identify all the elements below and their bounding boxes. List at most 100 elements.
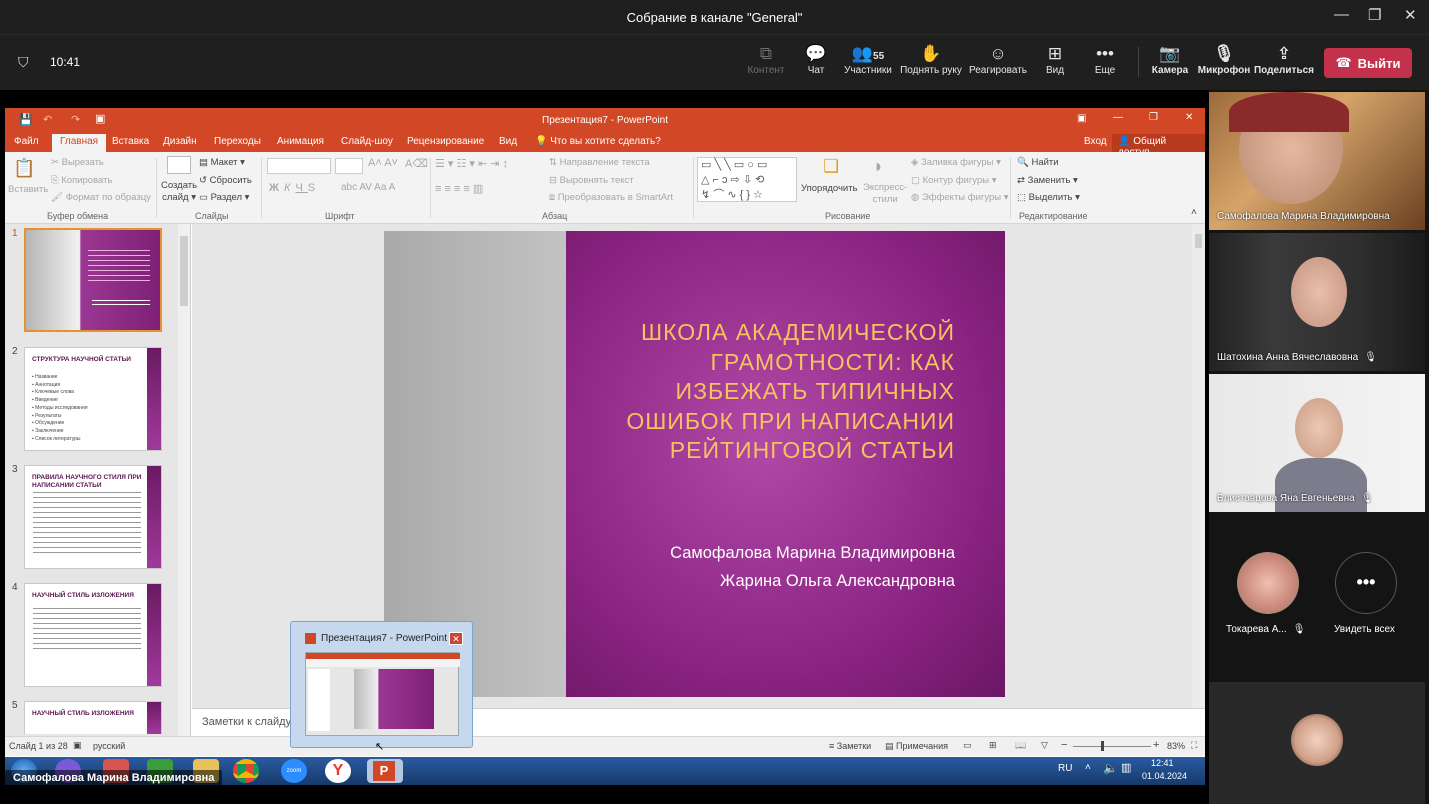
chrome-icon[interactable] [233, 759, 259, 783]
zoom-in-icon[interactable]: + [1153, 739, 1159, 751]
tab-insert[interactable]: Вставка [112, 136, 149, 147]
network-icon[interactable]: ▥ [1121, 761, 1131, 774]
clear-format-icon[interactable]: A⌫ [405, 157, 428, 170]
copy-button[interactable]: ⎘ Копировать [51, 175, 112, 186]
zoom-icon[interactable]: zoom [281, 759, 307, 783]
tab-view[interactable]: Вид [499, 136, 517, 147]
tray-expand-icon[interactable]: ˄ [1085, 762, 1091, 773]
align-text-button[interactable]: ⊟ Выровнять текст [549, 175, 634, 186]
notes-toggle[interactable]: ≡ Заметки [829, 741, 871, 751]
share-pp-button[interactable]: 👤 Общий доступ [1112, 134, 1205, 158]
share-button[interactable]: ⇪ Поделиться [1249, 43, 1319, 76]
smartart-button[interactable]: ⧈ Преобразовать в SmartArt [549, 192, 673, 203]
participant-tile[interactable]: Шатохина Анна Вячеславовна 🎙 [1209, 233, 1425, 371]
input-language[interactable]: RU [1058, 763, 1072, 774]
brush-icon: 🖌 [51, 192, 64, 203]
reading-view-icon[interactable]: 📖 [1015, 740, 1026, 751]
shape-outline-button[interactable]: ▢ Контур фигуры ▾ [911, 175, 996, 186]
font-size-input[interactable] [335, 158, 363, 174]
zoom-level[interactable]: 83% [1167, 741, 1185, 751]
see-all-label[interactable]: Увидеть всех [1334, 624, 1395, 635]
save-icon[interactable]: 💾 [19, 113, 33, 126]
shape-fill-button[interactable]: ◈ Заливка фигуры ▾ [911, 157, 1001, 168]
comments-toggle[interactable]: ▤ Примечания [885, 741, 948, 752]
minimize-icon[interactable]: — [1334, 6, 1349, 23]
thumbnail-slide-1[interactable] [24, 228, 162, 332]
slide-author-1: Самофалова Марина Владимировна [670, 544, 955, 562]
editor-scroll-thumb[interactable] [1195, 234, 1202, 248]
volume-icon[interactable]: 🔈 [1103, 761, 1118, 775]
pp-restore-icon[interactable]: ❐ [1149, 112, 1158, 123]
reset-button[interactable]: ↺ Сбросить [199, 175, 252, 186]
thumbnail-slide-5[interactable]: НАУЧНЫЙ СТИЛЬ ИЗЛОЖЕНИЯ [24, 701, 162, 734]
participants-button[interactable]: 👥55 Участники [833, 43, 903, 76]
font-style-icons[interactable]: ЖКЧS [269, 182, 320, 194]
raise-hand-button[interactable]: ✋ Поднять руку [896, 43, 966, 76]
thumbnail-slide-2[interactable]: СТРУКТУРА НАУЧНОЙ СТАТЬИ ▪ Название ▪ Ан… [24, 347, 162, 451]
arrange-button[interactable]: Упорядочить [801, 183, 858, 194]
restore-icon[interactable]: ❐ [1368, 6, 1381, 24]
tab-home[interactable]: Главная [52, 134, 107, 152]
font-name-input[interactable] [267, 158, 331, 174]
paste-button[interactable]: Вставить [8, 184, 48, 195]
see-all-button[interactable]: ••• [1335, 552, 1397, 614]
language-indicator[interactable]: русский [93, 741, 125, 751]
tab-transitions[interactable]: Переходы [214, 136, 261, 147]
participant-tile[interactable]: Токарева А... 🎙 ••• Увидеть всех [1209, 540, 1425, 650]
thumbnail-slide-4[interactable]: НАУЧНЫЙ СТИЛЬ ИЗЛОЖЕНИЯ [24, 583, 162, 687]
tell-me-box[interactable]: 💡 Что вы хотите сделать? [535, 136, 661, 147]
thumbs-scrollbar[interactable] [178, 224, 190, 736]
redo-icon[interactable]: ↷ [71, 113, 80, 126]
pp-close-icon[interactable]: ✕ [1185, 112, 1193, 123]
cut-button[interactable]: ✂ Вырезать [51, 157, 104, 168]
slideshow-view-icon[interactable]: ▽ [1041, 740, 1048, 751]
tab-slideshow[interactable]: Слайд-шоу [341, 136, 393, 147]
select-button[interactable]: ⬚ Выделить ▾ [1017, 192, 1080, 203]
participant-tile[interactable]: Самофалова Марина Владимировна [1209, 92, 1425, 230]
find-button[interactable]: 🔍 Найти [1017, 157, 1059, 168]
tab-file[interactable]: Файл [14, 136, 39, 147]
sign-in-link[interactable]: Вход [1084, 136, 1107, 147]
list-icons[interactable]: ☰ ▾ ☷ ▾ ⇤ ⇥ ↕ [435, 157, 508, 170]
zoom-slider-thumb[interactable] [1101, 741, 1104, 751]
thumb-number: 3 [12, 464, 18, 475]
self-view-tile[interactable] [1209, 682, 1425, 804]
ribbon-display-icon[interactable]: ▣ [1077, 113, 1086, 124]
more-button[interactable]: ••• Еще [1070, 43, 1140, 76]
spellcheck-icon[interactable]: ▣ [73, 740, 82, 751]
font-grow-icon[interactable]: A˄ A˅ [368, 157, 398, 169]
replace-button[interactable]: ⇄ Заменить ▾ [1017, 175, 1078, 186]
fit-slide-icon[interactable]: ⛶ [1191, 740, 1197, 751]
yandex-icon[interactable]: Y [325, 759, 351, 783]
sorter-view-icon[interactable]: ⊞ [989, 740, 997, 751]
new-slide-button[interactable]: Создать слайд ▾ [161, 180, 197, 204]
preview-close-icon[interactable]: ✕ [449, 632, 463, 645]
align-icons[interactable]: ≡ ≡ ≡ ≡ ▥ [435, 182, 483, 195]
quick-styles-button[interactable]: Экспресс-стили [863, 182, 907, 206]
slideshow-start-icon[interactable]: ▣ [95, 112, 105, 125]
text-direction-button[interactable]: ⇅ Направление текста [549, 157, 650, 168]
thumbs-scroll-thumb[interactable] [180, 236, 188, 306]
editor-scrollbar[interactable] [1192, 224, 1205, 708]
section-button[interactable]: ▭ Раздел ▾ [199, 192, 249, 203]
participant-tile[interactable]: Блиставцова Яна Евгеньевна 🎙 [1209, 374, 1425, 512]
layout-button[interactable]: ▤ Макет ▾ [199, 157, 245, 168]
zoom-slider[interactable] [1073, 746, 1151, 747]
tab-animation[interactable]: Анимация [277, 136, 324, 147]
undo-icon[interactable]: ↶ [43, 113, 52, 126]
collapse-ribbon-icon[interactable]: ˄ [1191, 207, 1197, 218]
shape-effects-button[interactable]: ◍ Эффекты фигуры ▾ [911, 192, 1009, 203]
char-spacing-icon[interactable]: abc AV Aa A [341, 182, 395, 193]
tab-design[interactable]: Дизайн [163, 136, 197, 147]
pp-minimize-icon[interactable]: — [1113, 112, 1123, 123]
thumbnail-slide-3[interactable]: ПРАВИЛА НАУЧНОГО СТИЛЯ ПРИ НАПИСАНИИ СТА… [24, 465, 162, 569]
normal-view-icon[interactable]: ▭ [963, 740, 972, 751]
powerpoint-taskbar-button[interactable]: P [367, 759, 403, 783]
leave-button[interactable]: ☎ Выйти [1324, 48, 1412, 78]
close-icon[interactable]: ✕ [1404, 6, 1417, 24]
taskbar-preview[interactable]: Презентация7 - PowerPoint ✕ ↖ [290, 621, 473, 753]
tab-review[interactable]: Рецензирование [407, 136, 484, 147]
format-painter-button[interactable]: 🖌 Формат по образцу [51, 192, 151, 203]
zoom-out-icon[interactable]: − [1061, 739, 1067, 751]
shapes-gallery[interactable]: ▭ ╲ ╲ ▭ ○ ▭ △ ⌐ ↄ ⇨ ⇩ ⟲ ↯ ⌒ ∿ { } ☆ [697, 157, 797, 202]
